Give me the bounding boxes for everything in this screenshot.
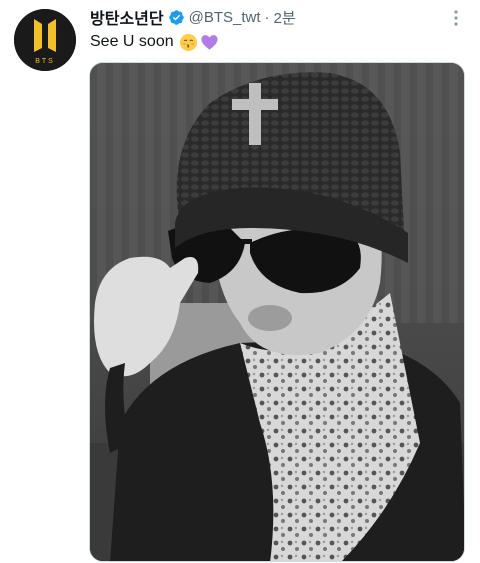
logo-text: BTS [35,58,55,65]
avatar[interactable]: BTS [14,9,76,71]
user-handle[interactable]: @BTS_twt [189,9,261,26]
tweet: BTS 방탄소년단 @BTS_twt · 2분 See U soon [0,0,480,563]
verified-badge-icon [168,9,184,25]
tweet-photo[interactable] [89,62,465,562]
purple-heart-emoji [201,34,218,50]
timestamp[interactable]: 2분 [274,7,296,28]
separator-dot: · [264,8,270,26]
kissing-face-emoji [179,33,197,51]
tweet-header: 방탄소년단 @BTS_twt · 2분 [90,5,296,29]
more-options-icon[interactable] [445,7,467,29]
tweet-text: See U soon [90,31,219,53]
display-name[interactable]: 방탄소년단 [90,5,164,29]
tweet-body: See U soon [90,33,174,50]
photo-image [90,63,464,561]
bts-logo-icon: BTS [14,9,76,71]
